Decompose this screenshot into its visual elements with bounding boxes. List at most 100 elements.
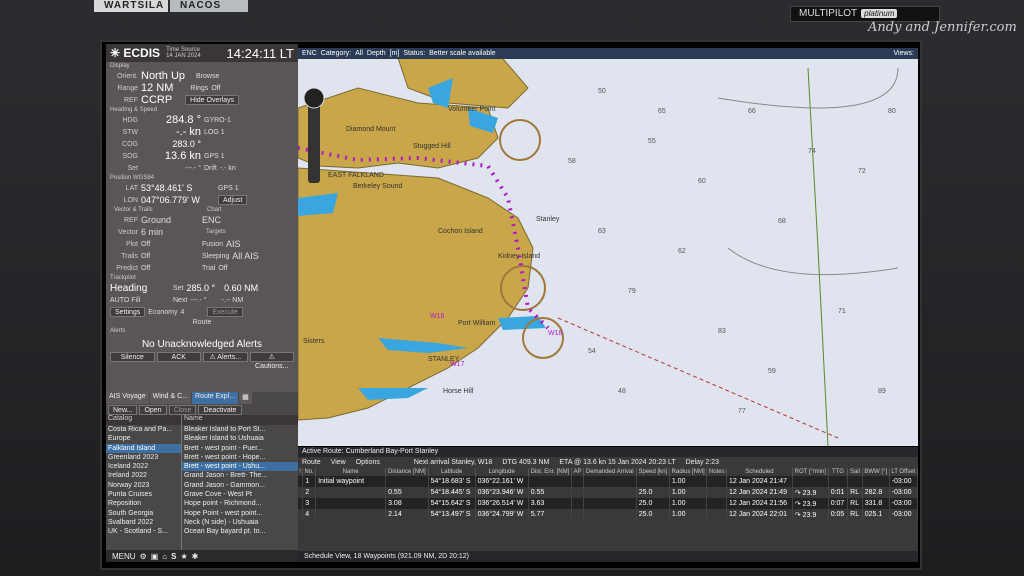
list-item[interactable]: Svalbard 2022 [106,518,181,527]
rings-toggle[interactable]: Off [211,85,220,92]
list-item[interactable]: Ocean Bay bayard pt. to... [182,527,298,536]
tab-wind[interactable]: Wind & C... [149,392,191,404]
col-header[interactable]: Sail [847,468,863,476]
menu-button[interactable]: MENU [112,552,136,561]
table-row[interactable]: 2 0.55 54°18.445' S 036°23.946' W 0.55 25.0 1.… [298,487,919,498]
col-header[interactable]: LT Offset [889,468,919,476]
ack-button[interactable]: ACK [156,352,201,362]
close-button[interactable]: Close [168,405,197,415]
list-item[interactable]: Bleaker Island to Ushuaia [182,434,298,443]
deactivate-button[interactable]: Deactivate [198,405,242,415]
sleeping-value[interactable]: All AIS [232,251,259,261]
col-header[interactable]: Radius [NM] [669,468,708,476]
table-row[interactable]: 1 Initial waypoint 54°18.683' S 036°22.161'… [298,476,919,487]
predict-value[interactable]: Off [141,265,199,272]
col-header[interactable]: Scheduled [726,468,793,476]
col-header[interactable]: Dist. Enr. [NM] [528,468,573,476]
settings-button[interactable]: Settings [110,307,146,317]
execute-button[interactable]: Execute [207,307,243,317]
tab-route-explorer[interactable]: Route Expl... [192,392,239,404]
chart-value[interactable]: ENC [202,215,221,225]
list-item[interactable]: Bleaker Island to Port St... [182,425,298,434]
views-control[interactable]: Views: [894,50,915,57]
adjust-button[interactable]: Adjust [218,195,248,205]
trails-value[interactable]: Off [141,253,199,260]
col-header[interactable]: Demanded Arrival [583,468,637,476]
range-value[interactable]: 12 NM [141,82,173,94]
economy-value[interactable]: 4 [180,309,184,316]
list-item[interactable]: Iceland 2022 [106,462,181,471]
col-header[interactable]: AP [571,468,584,476]
stw-source[interactable]: LOG 1 [204,129,225,136]
col-header[interactable]: Notes [706,468,728,476]
gear-icon[interactable]: ⚙ [140,552,147,561]
list-item[interactable]: Ireland 2022 [106,471,181,480]
vref-value[interactable]: Ground [141,215,199,225]
lat-source[interactable]: GPS 1 [218,185,239,192]
list-item[interactable]: Costa Rica and Pa... [106,425,181,434]
table-row[interactable]: 3 3.08 54°15.642' S 036°26.514' W 3.63 25.0 1.… [298,498,919,509]
orient-value[interactable]: North Up [141,70,185,82]
plot-value[interactable]: Off [141,241,199,248]
col-header[interactable]: TTG [828,468,849,476]
list-item[interactable]: Hope Point - west point... [182,509,298,518]
col-header[interactable]: Name [315,468,387,476]
options-menu[interactable]: Options [356,459,380,466]
grid-icon[interactable]: ▦ [239,392,252,404]
list-item[interactable]: Falkland Island [106,443,181,453]
layers-icon[interactable]: ▣ [151,552,159,561]
tab-ais-voyage[interactable]: AIS Voyage [106,392,149,404]
vector-value[interactable]: 6 min [141,227,199,237]
safety-icon[interactable]: S [171,552,176,561]
col-header[interactable]: Latitude [428,468,476,476]
hdg-source[interactable]: GYRO-1 [204,117,231,124]
table-row[interactable]: 4 2.14 54°13.497' S 036°24.799' W 5.77 25.0 1.… [298,509,919,520]
ref-value[interactable]: CCRP [141,94,172,106]
list-item[interactable]: Reposition [106,499,181,508]
category-value[interactable]: All [355,50,363,57]
name-header[interactable]: Name [182,415,298,425]
auto-fill-checkbox[interactable]: AUTO Fill [110,297,170,304]
list-item[interactable]: Greenland 2023 [106,453,181,462]
list-item[interactable]: Brett - west point - Hope... [182,453,298,462]
chart-view[interactable]: ENC Category: All Depth [m] Status: Bett… [298,48,918,446]
fusion-value[interactable]: AIS [226,239,241,249]
new-button[interactable]: New... [108,405,138,415]
waypoint-label[interactable]: W18 [548,330,562,337]
col-header[interactable]: BWW [°] [862,468,890,476]
list-item[interactable]: Punta Cruises [106,490,181,499]
trackpilot-heading[interactable]: Heading [110,283,170,294]
waypoint-label[interactable]: W16 [430,313,444,320]
list-item[interactable]: Brett - west point - Ushu... [182,462,298,472]
waypoint-label[interactable]: W17 [450,361,464,368]
col-header[interactable]: ROT [°/min] [792,468,829,476]
catalog-header[interactable]: Catalog [106,415,181,425]
list-item[interactable]: Neck (N side) - Ushuaia [182,518,298,527]
alerts-button[interactable]: ⚠ Alerts... [203,352,248,362]
list-item[interactable]: UK - Scotland - S... [106,527,181,536]
silence-button[interactable]: Silence [110,352,155,362]
browse-dropdown[interactable]: Browse [196,73,219,80]
list-item[interactable]: Grand Jason - Gammon... [182,481,298,490]
view-menu[interactable]: View [331,459,346,466]
col-header[interactable]: Speed [kn] [636,468,670,476]
nautical-chart[interactable] [298,48,918,446]
trial-value[interactable]: Off [218,265,227,272]
cautions-button[interactable]: ⚠ Cautions... [249,352,294,370]
col-header[interactable]: Distance [NM] [385,468,429,476]
route-menu[interactable]: Route [302,459,321,466]
hide-overlays-button[interactable]: Hide Overlays [185,95,240,105]
list-item[interactable]: Hope point - Richmond... [182,499,298,508]
list-item[interactable]: Grave Cove - West Pt [182,490,298,499]
sog-source[interactable]: GPS 1 [204,153,225,160]
tools-icon[interactable]: ✱ [192,552,199,561]
col-header[interactable]: No. [302,468,317,476]
star-icon[interactable]: ★ [180,552,187,561]
list-item[interactable]: Brett - west point - Puer... [182,444,298,453]
list-item[interactable]: South Georgia [106,509,181,518]
open-button[interactable]: Open [139,405,167,415]
home-icon[interactable]: ⌂ [162,552,167,561]
list-item[interactable]: Norway 2023 [106,481,181,490]
list-item[interactable]: Europe [106,434,181,443]
list-item[interactable]: Grand Jason - Brett- The... [182,471,298,480]
